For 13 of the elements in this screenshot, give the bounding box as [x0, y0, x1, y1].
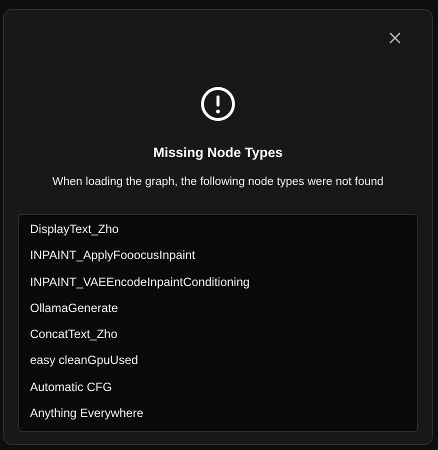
dialog-message: When loading the graph, the following node types were not found: [52, 176, 384, 188]
close-icon: [389, 32, 401, 44]
close-button[interactable]: [387, 30, 403, 46]
node-type-item: INPAINT_VAEEncodeInpaintConditioning: [30, 274, 251, 291]
node-type-item: Automatic CFG: [30, 378, 114, 396]
node-type-item: OllamaGenerate: [30, 300, 120, 317]
node-type-item: DisplayText_Zho: [30, 221, 120, 238]
node-type-item: INPAINT_ApplyFooocusInpaint: [30, 247, 196, 264]
exclamation-icon: [200, 86, 236, 122]
node-type-item: Anything Everywhere: [30, 405, 144, 422]
node-type-item: easy cleanGpuUsed: [30, 352, 140, 370]
node-type-item: ConcatText_Zho: [30, 326, 118, 344]
dialog-title: Missing Node Types: [153, 145, 283, 160]
